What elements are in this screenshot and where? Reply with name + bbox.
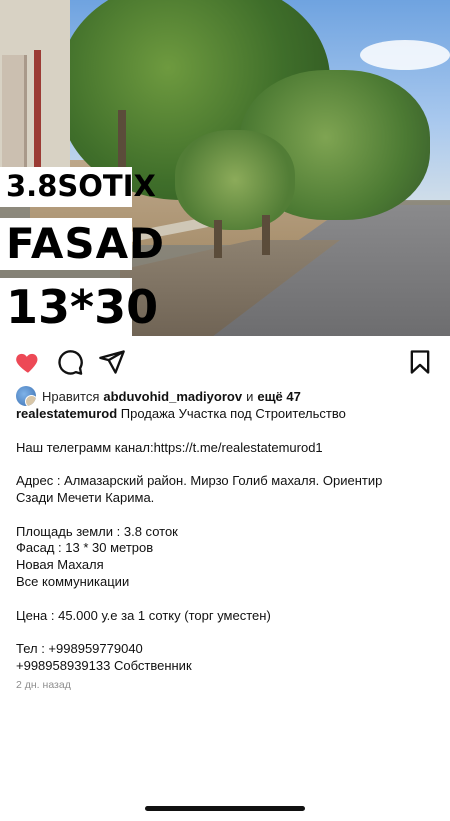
post-caption: realestatemurod Продажа Участка под Стро… bbox=[16, 406, 436, 675]
overlay-text-facade: FASAD bbox=[0, 218, 164, 270]
photo-trunk bbox=[214, 220, 222, 258]
likes-summary[interactable]: Нравится abduvohid_madiyorov и ещё 47 bbox=[16, 386, 305, 406]
caption-line-price: Цена : 45.000 у.е за 1 сотку (торг умест… bbox=[16, 607, 271, 623]
caption-line-landmark: Сзади Мечети Карима. bbox=[16, 489, 155, 505]
overlay-text-area: 3.8SOTIX bbox=[0, 167, 156, 207]
caption-line-area: Площадь земли : 3.8 соток bbox=[16, 523, 178, 539]
caption-title: Продажа Участка под Строительство bbox=[120, 406, 346, 421]
liker-avatar-secondary bbox=[25, 395, 36, 406]
post-action-bar bbox=[0, 342, 450, 380]
paper-plane-icon[interactable] bbox=[98, 348, 126, 376]
caption-line bbox=[16, 507, 436, 524]
heart-filled-icon[interactable] bbox=[14, 348, 42, 376]
caption-title-line: realestatemurod Продажа Участка под Стро… bbox=[16, 406, 436, 423]
caption-line-phone-owner[interactable]: +998958939133 Собственник bbox=[16, 658, 436, 675]
liker-avatar bbox=[16, 386, 36, 406]
photo-tree bbox=[175, 130, 295, 230]
post-timestamp: 2 дн. назад bbox=[16, 679, 71, 691]
overlay-text-dimensions: 13*30 bbox=[0, 278, 158, 336]
photo-pillar bbox=[2, 55, 27, 175]
home-indicator[interactable] bbox=[145, 806, 305, 811]
caption-line-district: Новая Махаля bbox=[16, 557, 104, 573]
caption-line bbox=[16, 624, 436, 641]
caption-line-address: Адрес : Алмазарский район. Мирзо Голиб м… bbox=[16, 473, 383, 489]
caption-line-utilities: Все коммуникации bbox=[16, 573, 130, 589]
likes-prefix: Нравится bbox=[42, 388, 100, 404]
liker-username[interactable]: abduvohid_madiyorov bbox=[103, 389, 242, 404]
caption-username[interactable]: realestatemurod bbox=[16, 406, 117, 421]
post-photo[interactable]: 3.8SOTIX FASAD 13*30 bbox=[0, 0, 450, 336]
caption-line bbox=[16, 423, 436, 440]
caption-line-facade: Фасад : 13 * 30 метров bbox=[16, 540, 154, 556]
caption-line-telegram[interactable]: Наш телеграмм канал:https://t.me/realest… bbox=[16, 440, 436, 457]
bookmark-icon[interactable] bbox=[406, 348, 434, 376]
likes-others-count[interactable]: ещё 47 bbox=[257, 389, 301, 404]
photo-cloud bbox=[360, 40, 450, 70]
comment-bubble-icon[interactable] bbox=[56, 348, 84, 376]
caption-line bbox=[16, 591, 436, 608]
photo-trunk bbox=[262, 215, 270, 255]
photo-trunk bbox=[118, 110, 126, 170]
likes-connector: и bbox=[246, 388, 254, 404]
caption-line bbox=[16, 456, 436, 473]
caption-line-phone[interactable]: Тел : +998959779040 bbox=[16, 641, 436, 658]
